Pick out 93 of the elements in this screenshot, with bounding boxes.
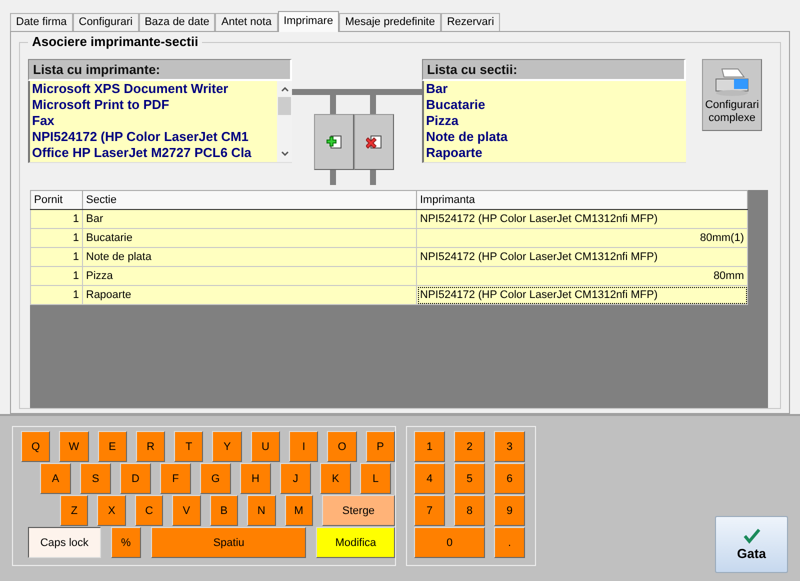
keypad-key[interactable]: 0 (414, 527, 485, 558)
section-list[interactable]: Bar Bucatarie Pizza Note de plata Rapoarte (422, 81, 686, 163)
tab[interactable]: Date firma (10, 13, 73, 31)
keyboard-key[interactable]: N (247, 495, 276, 526)
tab[interactable]: Configurari (72, 13, 139, 31)
scrollbar[interactable] (277, 81, 292, 162)
scroll-up-icon[interactable] (280, 84, 290, 94)
keyboard-key[interactable]: O (327, 431, 357, 462)
list-header: Lista cu imprimante: (28, 59, 292, 81)
keyboard-key[interactable]: Spatiu (151, 527, 306, 558)
keyboard-key[interactable]: X (97, 495, 126, 526)
keyboard-key[interactable]: Q (21, 431, 50, 462)
keypad-key[interactable]: 2 (454, 431, 485, 462)
keyboard-key[interactable]: G (200, 463, 231, 494)
tab[interactable]: Baza de date (138, 13, 216, 31)
table-cell: NPI524172 (HP Color LaserJet CM1312nfi MFP) (416, 210, 748, 228)
list-item[interactable]: Note de plata (424, 129, 686, 145)
list-item[interactable]: Fax (30, 113, 277, 129)
table-cell: NPI524172 (HP Color LaserJet CM1312nfi MFP) (416, 286, 748, 304)
table-cell: 80mm(1) (416, 228, 748, 248)
list-item[interactable]: Office HP LaserJet M2727 PCL6 Cla (30, 145, 277, 161)
tab[interactable]: Rezervari (440, 13, 500, 31)
done-button[interactable]: Gata (715, 516, 788, 573)
table-cell: 1 (30, 228, 82, 248)
keypad-key[interactable]: 1 (414, 431, 445, 462)
scroll-thumb[interactable] (278, 97, 291, 115)
keyboard-key[interactable]: J (280, 463, 311, 494)
list-item[interactable]: Bucatarie (424, 97, 686, 113)
keyboard-key[interactable]: F (160, 463, 191, 494)
list-item[interactable]: Microsoft XPS Document Writer (30, 81, 277, 97)
table-cell: Pizza (82, 266, 416, 286)
tab[interactable]: Antet nota (215, 13, 278, 31)
table-cell: 1 (30, 248, 82, 266)
keyboard-key[interactable]: Sterge (322, 495, 396, 526)
add-button[interactable] (314, 114, 354, 170)
cross-document-icon (366, 134, 382, 150)
keyboard-key[interactable]: Modifica (316, 527, 395, 558)
keyboard-key[interactable]: P (366, 431, 395, 462)
keyboard-key[interactable]: T (174, 431, 204, 462)
keyboard-key[interactable]: C (134, 495, 164, 526)
column-header[interactable]: Sectie (82, 190, 416, 210)
table-cell: 80mm (416, 266, 748, 286)
keyboard-key[interactable]: R (136, 431, 166, 462)
keyboard-key[interactable]: Z (60, 495, 88, 526)
complex-settings-button[interactable]: Configurari complexe (702, 59, 762, 131)
keyboard-key[interactable]: K (320, 463, 351, 494)
table-cell: 1 (30, 266, 82, 286)
table-cell: Rapoarte (82, 286, 416, 304)
table-cell: Bucatarie (82, 228, 416, 248)
list-item[interactable]: NPI524172 (HP Color LaserJet CM1 (30, 129, 277, 145)
column-header[interactable]: Pornit (30, 190, 82, 210)
table-cell: Bar (82, 210, 416, 228)
keypad-key[interactable]: 6 (494, 463, 525, 494)
plus-document-icon (326, 134, 342, 150)
checkmark-icon (742, 528, 760, 544)
group-title: Asociere imprimante-sectii (28, 34, 202, 49)
keypad-key[interactable]: . (494, 527, 525, 558)
list-item[interactable]: Bar (424, 81, 686, 97)
keypad-key[interactable]: 3 (494, 431, 525, 462)
keypad-key[interactable]: 4 (414, 463, 445, 494)
keyboard-key[interactable]: Caps lock (28, 527, 101, 558)
keyboard-key[interactable]: E (98, 431, 127, 462)
tab[interactable]: Mesaje predefinite (339, 13, 441, 31)
remove-button[interactable] (354, 114, 394, 170)
keyboard-key[interactable]: % (110, 527, 142, 558)
keyboard-key[interactable]: W (59, 431, 89, 462)
keyboard-key[interactable]: D (120, 463, 151, 494)
column-header[interactable]: Imprimanta (416, 190, 748, 210)
list-item[interactable]: Pizza (424, 113, 686, 129)
table-cell: NPI524172 (HP Color LaserJet CM1312nfi MFP) (416, 248, 748, 266)
keyboard-key[interactable]: H (240, 463, 271, 494)
scroll-down-icon[interactable] (280, 149, 290, 159)
keyboard-key[interactable]: L (360, 463, 391, 494)
keyboard-key[interactable]: S (80, 463, 111, 494)
keypad-key[interactable]: 5 (454, 463, 485, 494)
keyboard-key[interactable]: M (284, 495, 313, 526)
keyboard-key[interactable]: B (210, 495, 238, 526)
list-header: Lista cu sectii: (422, 59, 686, 81)
table-cell: 1 (30, 286, 82, 304)
tab[interactable]: Imprimare (278, 11, 340, 32)
list-item[interactable]: Microsoft Print to PDF (30, 97, 277, 113)
keyboard-key[interactable]: V (172, 495, 201, 526)
keyboard-key[interactable]: A (40, 463, 71, 494)
table-cell: Note de plata (82, 248, 416, 266)
printer-list[interactable]: Microsoft XPS Document Writer Microsoft Print to PDF Fax NPI524172 (HP Color LaserJet CM1 Office HP LaserJet M2727 PCL6 Cla (28, 81, 292, 163)
keypad-key[interactable]: 9 (494, 495, 525, 526)
keyboard-key[interactable]: Y (212, 431, 242, 462)
table-cell: 1 (30, 210, 82, 228)
keypad-key[interactable]: 7 (414, 495, 445, 526)
keyboard-key[interactable]: U (250, 431, 280, 462)
list-item[interactable]: Rapoarte (424, 145, 686, 161)
keyboard-key[interactable]: I (289, 431, 318, 462)
keypad-key[interactable]: 8 (454, 495, 485, 526)
